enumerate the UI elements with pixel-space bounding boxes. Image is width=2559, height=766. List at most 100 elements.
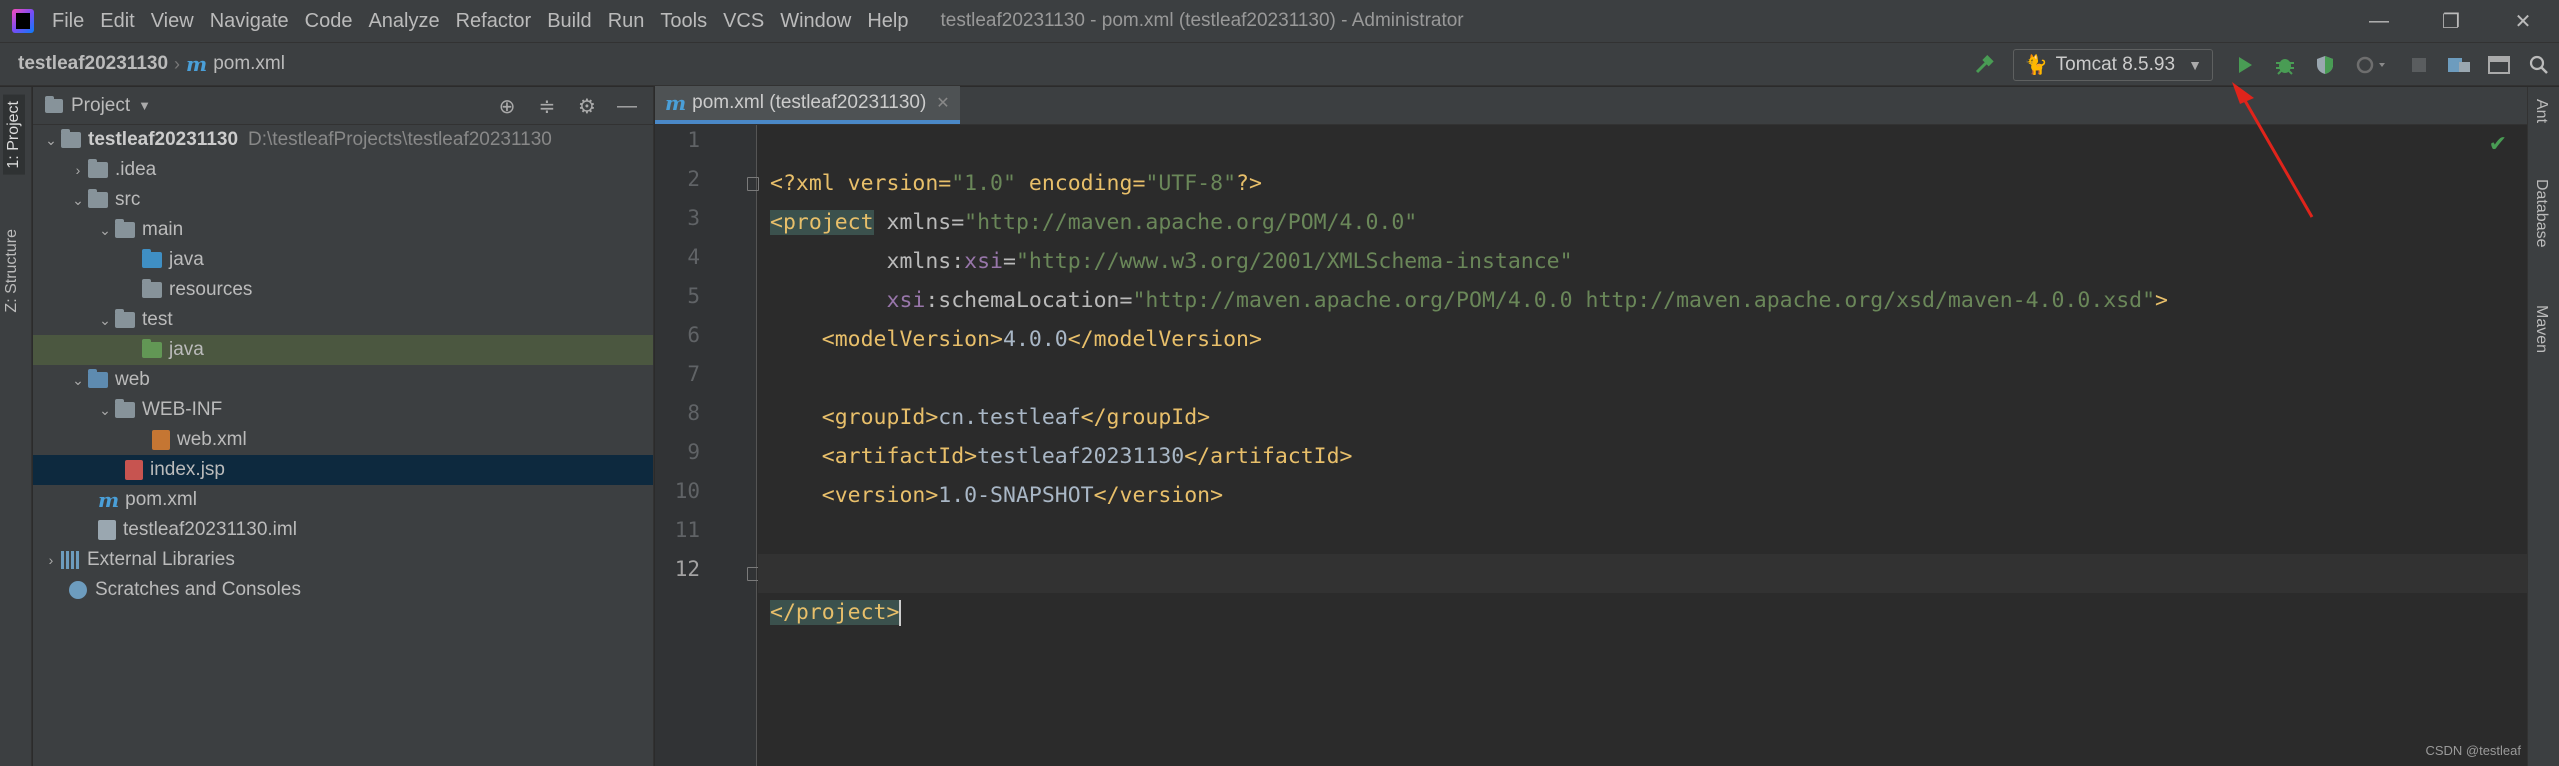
structure-tool-tab[interactable]: Z: Structure bbox=[3, 229, 21, 313]
breadcrumb-project[interactable]: testleaf20231130 bbox=[18, 53, 168, 75]
project-tool-window: Project ▼ ⊕ ≑ ⚙ — ⌄ testleaf20231130 D:\… bbox=[33, 87, 654, 766]
chevron-down-icon[interactable]: ⌄ bbox=[95, 312, 115, 329]
menu-run[interactable]: Run bbox=[600, 0, 653, 42]
library-icon bbox=[61, 551, 79, 569]
inspection-ok-checkmark-icon[interactable]: ✔ bbox=[2489, 131, 2507, 157]
collapse-all-icon[interactable]: ≑ bbox=[527, 94, 567, 119]
code-line-12: </project> bbox=[758, 554, 2527, 626]
menu-edit[interactable]: Edit bbox=[92, 0, 142, 42]
code-line-8: <artifactId>testleaf20231130</artifactId… bbox=[758, 398, 2527, 469]
project-structure-button[interactable] bbox=[2439, 43, 2479, 87]
project-tool-tab[interactable]: 1: Project bbox=[3, 95, 25, 175]
menu-refactor[interactable]: Refactor bbox=[448, 0, 540, 42]
tomcat-icon: 🐈 bbox=[2024, 55, 2048, 76]
menu-file[interactable]: File bbox=[44, 0, 92, 42]
search-icon bbox=[2529, 55, 2548, 74]
chevron-down-icon[interactable]: ⌄ bbox=[68, 192, 88, 209]
profile-button[interactable] bbox=[2345, 43, 2399, 87]
menu-vcs[interactable]: VCS bbox=[715, 0, 772, 42]
folder-icon bbox=[88, 189, 108, 208]
menu-analyze[interactable]: Analyze bbox=[360, 0, 447, 42]
maven-file-icon: m bbox=[186, 52, 208, 76]
breadcrumb-file-label: pom.xml bbox=[213, 53, 285, 74]
chevron-down-icon[interactable]: ⌄ bbox=[95, 222, 115, 239]
test-source-folder-icon bbox=[142, 339, 162, 358]
chevron-right-icon[interactable]: › bbox=[41, 552, 61, 568]
tree-item-main-java[interactable]: java bbox=[33, 245, 653, 275]
tree-item-test-java[interactable]: java bbox=[33, 335, 653, 365]
line-number: 11 bbox=[674, 518, 700, 542]
locate-file-icon[interactable]: ⊕ bbox=[487, 94, 527, 119]
ant-tool-tab[interactable]: Ant bbox=[2532, 99, 2550, 123]
breadcrumb-file[interactable]: m pom.xml bbox=[186, 52, 285, 76]
presentation-button[interactable] bbox=[2479, 43, 2519, 87]
code-line-7: <groupId>cn.testleaf</groupId> bbox=[758, 359, 2527, 430]
chevron-down-icon[interactable]: ⌄ bbox=[68, 372, 88, 389]
menu-navigate[interactable]: Navigate bbox=[202, 0, 297, 42]
code-area[interactable]: <?xml version="1.0" encoding="UTF-8"?> <… bbox=[758, 125, 2527, 766]
tag-name: <modelVersion> bbox=[770, 327, 1003, 352]
tree-item-label: .idea bbox=[115, 159, 157, 180]
hide-panel-icon[interactable]: — bbox=[607, 95, 647, 118]
menu-view[interactable]: View bbox=[143, 0, 202, 42]
tree-item-test[interactable]: ⌄ test bbox=[33, 305, 653, 335]
tree-item-label: web bbox=[115, 369, 150, 390]
maximize-button[interactable]: ❐ bbox=[2415, 0, 2487, 42]
project-view-title[interactable]: Project bbox=[71, 95, 130, 117]
structure-tool-tab-label: Z: Structure bbox=[3, 229, 20, 313]
build-hammer-icon[interactable] bbox=[1965, 43, 2005, 87]
tree-item-label: test bbox=[142, 309, 173, 330]
chevron-down-icon[interactable]: ▼ bbox=[138, 98, 151, 113]
tree-item-iml[interactable]: testleaf20231130.iml bbox=[33, 515, 653, 545]
tree-item-project-root[interactable]: ⌄ testleaf20231130 D:\testleafProjects\t… bbox=[33, 125, 653, 155]
menu-tools[interactable]: Tools bbox=[652, 0, 715, 42]
debug-button[interactable] bbox=[2265, 43, 2305, 87]
tree-item-label: resources bbox=[169, 279, 253, 300]
watermark: CSDN @testleaf bbox=[2425, 743, 2521, 758]
gear-icon[interactable]: ⚙ bbox=[567, 94, 607, 119]
tree-item-external-libraries[interactable]: › External Libraries bbox=[33, 545, 653, 575]
close-tab-icon[interactable]: ✕ bbox=[936, 93, 949, 113]
line-number: 10 bbox=[674, 479, 700, 503]
minimize-button[interactable]: — bbox=[2343, 0, 2415, 42]
tree-item-resources[interactable]: resources bbox=[33, 275, 653, 305]
chevron-down-icon[interactable]: ⌄ bbox=[41, 132, 61, 149]
tree-item-web[interactable]: ⌄ web bbox=[33, 365, 653, 395]
tree-item-index-jsp[interactable]: index.jsp bbox=[33, 455, 653, 485]
line-number: 6 bbox=[687, 323, 700, 347]
tree-item-main[interactable]: ⌄ main bbox=[33, 215, 653, 245]
editor-tab-pom-xml[interactable]: m pom.xml (testleaf20231130) ✕ bbox=[655, 86, 960, 124]
tree-item-label: src bbox=[115, 189, 141, 210]
folder-icon bbox=[88, 159, 108, 178]
tree-item-web-xml[interactable]: web.xml bbox=[33, 425, 653, 455]
chevron-down-icon[interactable]: ⌄ bbox=[95, 402, 115, 419]
maven-tool-tab[interactable]: Maven bbox=[2532, 305, 2550, 353]
run-button[interactable] bbox=[2225, 43, 2265, 87]
tree-item-pom-xml[interactable]: m pom.xml bbox=[33, 485, 653, 515]
run-configuration-select[interactable]: 🐈 Tomcat 8.5.93 ▼ bbox=[2013, 49, 2213, 81]
chevron-right-icon[interactable]: › bbox=[68, 162, 88, 178]
menu-help[interactable]: Help bbox=[859, 0, 916, 42]
navigation-bar: testleaf20231130 › m pom.xml 🐈 Tomcat 8.… bbox=[0, 42, 2559, 86]
tree-item-idea[interactable]: › .idea bbox=[33, 155, 653, 185]
menu-build[interactable]: Build bbox=[539, 0, 599, 42]
database-tool-tab[interactable]: Database bbox=[2532, 179, 2550, 248]
menu-window[interactable]: Window bbox=[772, 0, 859, 42]
window-layout-icon bbox=[2488, 56, 2510, 74]
tree-item-src[interactable]: ⌄ src bbox=[33, 185, 653, 215]
tree-item-scratches[interactable]: Scratches and Consoles bbox=[33, 575, 653, 605]
run-with-coverage-button[interactable] bbox=[2305, 43, 2345, 87]
line-number: 12 bbox=[674, 557, 700, 581]
code-line-5: <modelVersion>4.0.0</modelVersion> bbox=[758, 281, 2527, 352]
project-view-icon bbox=[45, 95, 63, 113]
line-number: 1 bbox=[687, 128, 700, 152]
window-controls: — ❐ ✕ bbox=[2343, 0, 2559, 42]
menu-code[interactable]: Code bbox=[297, 0, 361, 42]
stop-button[interactable] bbox=[2399, 43, 2439, 87]
tree-item-web-inf[interactable]: ⌄ WEB-INF bbox=[33, 395, 653, 425]
tree-item-label: pom.xml bbox=[125, 489, 197, 510]
search-everywhere-button[interactable] bbox=[2519, 43, 2559, 87]
close-button[interactable]: ✕ bbox=[2487, 0, 2559, 42]
line-number: 9 bbox=[687, 440, 700, 464]
stop-icon bbox=[2412, 58, 2426, 72]
